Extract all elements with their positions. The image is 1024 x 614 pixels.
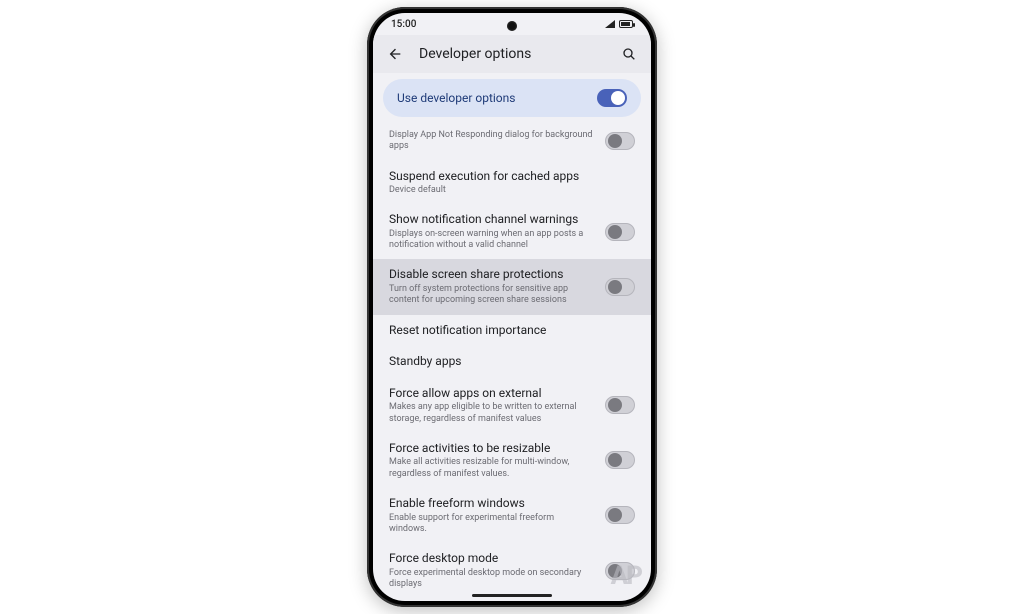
setting-reset-notif[interactable]: Reset notification importance [373,315,651,347]
setting-channel-warn[interactable]: Show notification channel warnings Displ… [373,204,651,259]
toggle-switch[interactable] [605,278,635,296]
setting-subtitle: Device default [389,185,635,196]
setting-subtitle: Makes any app eligible to be written to … [389,402,593,425]
setting-standby[interactable]: Standby apps [373,346,651,378]
setting-title: Force activities to be resizable [389,441,593,457]
setting-title: Suspend execution for cached apps [389,169,635,185]
status-bar: 15:00 [373,13,651,35]
settings-list[interactable]: Display App Not Responding dialog for ba… [373,117,651,601]
toggle-switch[interactable] [605,132,635,150]
setting-desktop[interactable]: Force desktop mode Force experimental de… [373,543,651,598]
back-button[interactable] [387,46,405,62]
toggle-switch[interactable] [605,396,635,414]
toggle-switch[interactable] [605,562,635,580]
master-toggle-label: Use developer options [397,91,515,105]
gesture-nav-bar[interactable] [472,594,552,597]
status-indicators [605,20,633,28]
setting-force-resize[interactable]: Force activities to be resizable Make al… [373,433,651,488]
setting-anr[interactable]: Display App Not Responding dialog for ba… [373,121,651,161]
signal-icon [605,20,615,28]
setting-title: Force desktop mode [389,551,593,567]
status-time: 15:00 [391,19,416,30]
setting-subtitle: Display App Not Responding dialog for ba… [389,130,593,153]
toggle-switch[interactable] [605,506,635,524]
battery-icon [619,20,633,28]
arrow-left-icon [387,46,403,62]
master-toggle-row[interactable]: Use developer options [383,79,641,117]
setting-suspend[interactable]: Suspend execution for cached apps Device… [373,161,651,205]
toggle-switch[interactable] [605,223,635,241]
setting-title: Disable screen share protections [389,267,593,283]
setting-title: Enable freeform windows [389,496,593,512]
setting-subtitle: Force experimental desktop mode on secon… [389,568,593,591]
setting-freeform[interactable]: Enable freeform windows Enable support f… [373,488,651,543]
setting-subtitle: Enable support for experimental freeform… [389,513,593,536]
setting-subtitle: Make all activities resizable for multi-… [389,457,593,480]
search-icon [621,46,637,62]
setting-subtitle: Displays on-screen warning when an app p… [389,229,593,252]
phone-frame: 15:00 Developer options Use developer op… [367,7,657,607]
setting-title: Reset notification importance [389,323,635,339]
app-bar: Developer options [373,35,651,73]
master-toggle-switch[interactable] [597,89,627,107]
toggle-switch[interactable] [605,451,635,469]
screen: 15:00 Developer options Use developer op… [373,13,651,601]
setting-title: Force allow apps on external [389,386,593,402]
page-title: Developer options [419,46,605,62]
setting-title: Standby apps [389,354,635,370]
setting-force-ext[interactable]: Force allow apps on external Makes any a… [373,378,651,433]
setting-title: Show notification channel warnings [389,212,593,228]
setting-subtitle: Turn off system protections for sensitiv… [389,284,593,307]
search-button[interactable] [619,46,637,62]
setting-screenshare[interactable]: Disable screen share protections Turn of… [373,259,651,314]
